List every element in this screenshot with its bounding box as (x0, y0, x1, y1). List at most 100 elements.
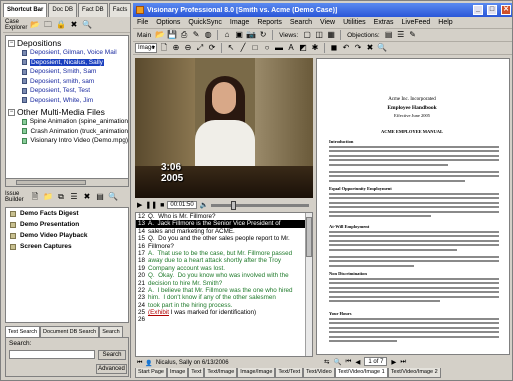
transcript-line[interactable]: 18 away due to a heart attack shortly aft… (136, 257, 312, 264)
new-issue-icon[interactable]: 🗎 (30, 192, 40, 202)
tab-text-video[interactable]: Text/Video (303, 368, 335, 378)
menu-extras[interactable]: Extras (374, 19, 394, 26)
refresh-icon[interactable]: ↻ (258, 30, 268, 40)
arrow-tool-icon[interactable]: ↖ (226, 43, 236, 53)
report-icon[interactable]: ▤ (95, 192, 105, 202)
menu-utilities[interactable]: Utilities (343, 19, 366, 26)
pause-icon[interactable]: ❚❚ (145, 201, 157, 209)
menu-file[interactable]: File (137, 19, 148, 26)
pen-icon[interactable]: ✎ (191, 30, 201, 40)
scrollbar-thumb[interactable] (306, 217, 312, 257)
stamp-tool-icon[interactable]: ✱ (310, 43, 320, 53)
delete-icon[interactable]: ✖ (82, 192, 92, 202)
menu-image[interactable]: Image (230, 19, 249, 26)
image-toolbar-dropdown[interactable]: Image (135, 43, 157, 53)
magnify-icon[interactable]: 🔍 (377, 43, 387, 53)
tree-item-media[interactable]: Visionary Intro Video (Demo.mpg) (6, 136, 128, 146)
list-item[interactable]: Demo Facts Digest (6, 208, 128, 219)
view-single-icon[interactable]: ▢ (302, 30, 312, 40)
scan-icon[interactable]: ▣ (234, 30, 244, 40)
tab-text-video-image-1[interactable]: Text/Video/Image 1 (334, 368, 388, 378)
find-icon[interactable]: 🔍 (82, 20, 92, 30)
transcript-line[interactable]: 19 Company account was lost. (136, 265, 312, 272)
home-icon[interactable]: ⌂ (222, 30, 232, 40)
search-input[interactable] (9, 350, 95, 359)
rotate-icon[interactable]: ⟳ (207, 43, 217, 53)
tab-text-video-image-2[interactable]: Text/Video/Image 2 (387, 368, 441, 378)
tab-shortcut-bar[interactable]: Shortcut Bar (3, 3, 48, 17)
transcript-line[interactable]: 22 A. I believe that Mr. Fillmore was the… (136, 287, 312, 294)
color-icon[interactable]: ◼ (329, 43, 339, 53)
transcript-line[interactable]: 14 sales and marketing for ACME. (136, 228, 312, 235)
new-folder-icon[interactable]: 🗀 (43, 20, 53, 30)
fit-icon[interactable]: ⤢ (195, 43, 205, 53)
tree-group-depositions[interactable]: − Depositions (6, 38, 128, 48)
transcript-line[interactable]: 25 (Exhibit I was marked for identificati… (136, 309, 312, 316)
transcript-line[interactable]: 16 Fillmore? (136, 243, 312, 250)
tab-facts[interactable]: Facts (108, 3, 132, 17)
tab-image[interactable]: Image (167, 368, 189, 378)
tab-search[interactable]: Search (99, 326, 123, 337)
rectangle-tool-icon[interactable]: □ (250, 43, 260, 53)
list-item[interactable]: Demo Presentation (6, 219, 128, 230)
page-indicator[interactable]: 1 of 7 (364, 357, 388, 366)
print-icon[interactable]: ⎙ (179, 30, 189, 40)
menu-options[interactable]: Options (156, 19, 180, 26)
document-viewer[interactable]: Acme Inc. Incorporated Employee Handbook… (316, 58, 510, 355)
transcript-line[interactable]: 21 decision to hire Mr. Smith? (136, 280, 312, 287)
tab-doc-db[interactable]: Doc DB (48, 3, 78, 17)
redo-icon[interactable]: ↷ (353, 43, 363, 53)
transcript-scrollbar[interactable] (305, 213, 312, 356)
video-seek-slider[interactable] (211, 200, 309, 210)
tree-item-deposition[interactable]: Deposient, smith, sam (6, 77, 128, 87)
open-icon[interactable]: 📂 (155, 30, 165, 40)
stop-icon[interactable]: ■ (160, 202, 164, 209)
tree-group-media[interactable]: − Other Multi-Media Files (6, 107, 128, 117)
highlight-tool-icon[interactable]: ▬ (274, 43, 284, 53)
zoom-icon[interactable]: 🔍 (333, 358, 341, 366)
transcript-line[interactable]: 24 took part in the hiring process. (136, 302, 312, 309)
tab-text[interactable]: Text (188, 368, 205, 378)
tab-start-page[interactable]: Start Page (135, 368, 167, 378)
first-icon[interactable]: ⏮ (137, 360, 142, 367)
folder-icon[interactable]: 📁 (43, 192, 53, 202)
collapse-icon[interactable]: − (8, 108, 15, 116)
sync-icon[interactable]: ⇆ (324, 358, 329, 366)
tree-item-deposition[interactable]: Deposient, Gilman, Voice Mail (6, 48, 128, 58)
tree-horizontal-scrollbar[interactable] (6, 178, 128, 186)
zoom-out-icon[interactable]: ⊖ (183, 43, 193, 53)
minimize-button[interactable]: _ (473, 5, 483, 15)
view-split-icon[interactable]: ◫ (314, 30, 324, 40)
find-icon[interactable]: 🔍 (108, 192, 118, 202)
ellipse-tool-icon[interactable]: ○ (262, 43, 272, 53)
objection-edit-icon[interactable]: ✎ (408, 30, 418, 40)
transcript-line[interactable]: 17 A. That use to be the case, but Mr. Fi… (136, 250, 312, 257)
play-icon[interactable]: ▶ (137, 201, 142, 209)
objection-icon[interactable]: ▤ (384, 30, 394, 40)
menu-reports[interactable]: Reports (257, 19, 282, 26)
close-button[interactable]: ✕ (501, 5, 511, 15)
tab-text-image[interactable]: Text/Image (204, 368, 238, 378)
folder-open-icon[interactable]: 📂 (30, 20, 40, 30)
globe-icon[interactable]: ◍ (203, 30, 213, 40)
menu-search[interactable]: Search (290, 19, 312, 26)
text-tool-icon[interactable]: A (286, 43, 296, 53)
exhibit-link[interactable]: (Exhibit (148, 309, 169, 316)
tree-item-media[interactable]: Crash Animation (truck_animation (6, 127, 128, 137)
lock-icon[interactable]: 🔒 (56, 20, 66, 30)
list-item[interactable]: Screen Captures (6, 241, 128, 252)
transcript-line[interactable]: 15 Q. Do you and the other sales people r… (136, 235, 312, 242)
menu-help[interactable]: Help (438, 19, 452, 26)
first-page-icon[interactable]: ⏮ (346, 358, 352, 366)
menu-quicksync[interactable]: QuickSync (188, 19, 221, 26)
tree-item-media[interactable]: Spine Animation (spine_animation (6, 117, 128, 127)
collapse-icon[interactable]: − (8, 39, 15, 47)
copy-icon[interactable]: ⧉ (56, 192, 66, 202)
objection-list-icon[interactable]: ☰ (396, 30, 406, 40)
menu-view[interactable]: View (320, 19, 335, 26)
seek-knob[interactable] (231, 200, 237, 210)
transcript-line[interactable]: 23 him. I don't know if any of the other … (136, 294, 312, 301)
menu-livefeed[interactable]: LiveFeed (402, 19, 431, 26)
camera-icon[interactable]: 📷 (246, 30, 256, 40)
save-icon[interactable]: 💾 (167, 30, 177, 40)
